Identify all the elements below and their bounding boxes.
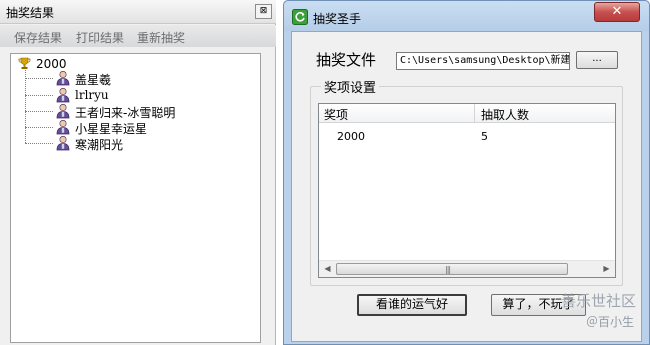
prize-list[interactable]: 奖项 抽取人数 2000 5 ◀ ||| ▶ [318,103,616,278]
list-header: 奖项 抽取人数 [319,104,615,123]
tree-connector [25,78,53,79]
cell-count[interactable]: 5 [481,130,488,143]
tree-connector [25,143,53,144]
tree-item-label: 盖星羲 [75,73,112,87]
file-path-field[interactable]: C:\Users\samsung\Desktop\新建 [396,52,570,70]
tree-item-label: lrlryu [75,88,109,102]
person-icon [56,87,70,103]
result-window: 抽奖结果 ⊠ 保存结果 打印结果 重新抽奖 2000 盖星羲 lrlryu 王者… [0,0,276,345]
dialog-close-button[interactable]: ✕ [594,2,640,22]
tree-connector [25,95,53,96]
browse-button[interactable]: ... [576,51,618,69]
column-separator[interactable] [474,104,475,122]
person-icon [56,70,70,86]
tree-root-label[interactable]: 2000 [36,57,67,71]
scroll-left-icon[interactable]: ◀ [319,261,336,277]
watermark-line2: ＠百小生 [586,315,635,329]
scroll-thumb[interactable]: ||| [336,263,568,275]
person-icon [56,119,70,135]
column-header-prize[interactable]: 奖项 [324,106,348,123]
menu-print-results[interactable]: 打印结果 [76,29,124,46]
column-header-count[interactable]: 抽取人数 [481,106,529,123]
result-tree[interactable]: 2000 盖星羲 lrlryu 王者归来-冰雪聪明 小星星幸运星 寒潮阳光 [10,53,261,343]
tree-item-label: 寒潮阳光 [75,138,124,152]
result-menubar: 保存结果 打印结果 重新抽奖 [0,25,276,47]
prize-settings-label: 奖项设置 [321,77,380,96]
tree-connector [25,70,26,143]
cell-prize[interactable]: 2000 [337,130,365,143]
horizontal-scrollbar[interactable]: ◀ ||| ▶ [319,260,615,277]
menu-redraw[interactable]: 重新抽奖 [137,29,185,46]
refresh-app-icon [292,9,308,25]
tree-item-label: 小星星幸运星 [75,122,148,136]
person-icon [56,135,70,151]
tree-item-label: 王者归来-冰雪聪明 [75,106,176,120]
prize-settings-group: 奖项设置 奖项 抽取人数 2000 5 ◀ ||| ▶ [310,77,623,286]
tree-connector [25,127,53,128]
draw-button[interactable]: 看谁的运气好 [357,294,467,316]
result-window-title: 抽奖结果 [6,6,55,20]
watermark-line1: 善乐世社区 [561,292,637,310]
tree-connector [25,111,53,112]
scroll-right-icon[interactable]: ▶ [598,261,615,277]
result-window-titlebar: 抽奖结果 ⊠ [0,0,276,24]
result-window-close-button[interactable]: ⊠ [255,4,272,19]
trophy-icon [18,57,31,69]
menu-save-results[interactable]: 保存结果 [14,29,62,46]
file-label: 抽奖文件 [316,51,377,69]
dialog-title: 抽奖圣手 [313,12,362,26]
dialog-titlebar[interactable]: 抽奖圣手 ✕ [284,1,649,31]
person-icon [56,103,70,119]
grip-icon: ||| [445,265,451,274]
